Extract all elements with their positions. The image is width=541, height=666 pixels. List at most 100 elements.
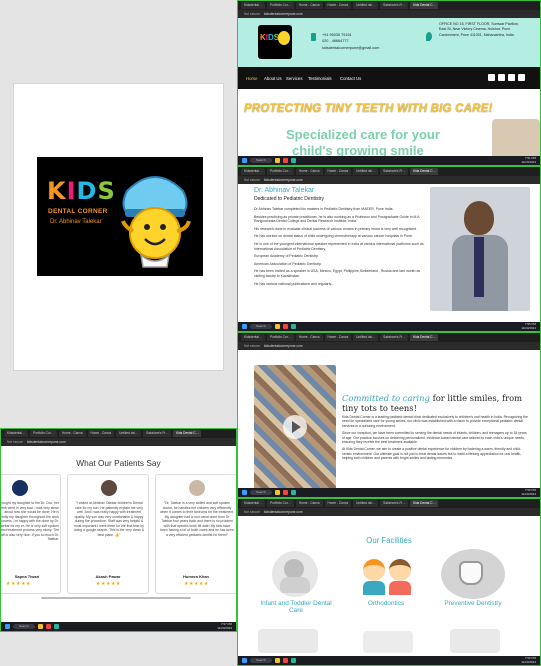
address-bar[interactable]: Not secure kidsdentalcornerpune.com	[238, 10, 540, 18]
browser-tab[interactable]: Home - Canva	[295, 334, 323, 341]
file-explorer-icon[interactable]	[274, 324, 280, 329]
edge-icon[interactable]	[290, 490, 296, 495]
infant-care-illustration	[272, 551, 318, 597]
windows-start-icon[interactable]	[242, 158, 247, 163]
browser-tab[interactable]: Home - Canva	[295, 168, 323, 175]
chrome-icon[interactable]	[282, 324, 288, 329]
email-link[interactable]: kidsdentalcornerpune@gmail.com	[322, 46, 379, 50]
browser-tab-active[interactable]: Kids Dental C…	[410, 500, 439, 507]
tab-bar: Kidsdental… Portfolio Cor… Home - Canva …	[238, 499, 540, 508]
browser-tab[interactable]: Saksham's Fr…	[380, 334, 409, 341]
instagram-icon[interactable]	[508, 74, 515, 81]
play-icon[interactable]	[283, 415, 307, 439]
facilities-title: Our Facilities	[366, 536, 412, 545]
browser-tab[interactable]: Kidsdental…	[241, 168, 266, 175]
rating-stars: ★★★★★	[96, 581, 121, 587]
whatsapp-icon[interactable]	[498, 74, 505, 81]
browser-tab-active[interactable]: Kids Dental C…	[410, 2, 439, 9]
phone-number[interactable]: +91 95035 79151	[322, 33, 352, 37]
phone-social-icon[interactable]	[488, 74, 495, 81]
tab-bar: Kidsdental… Portfolio Cor… Home - Canva …	[1, 429, 236, 438]
taskbar-search[interactable]: Search	[250, 158, 272, 163]
address-bar[interactable]: Not secure kidsdentalcornerpune.com	[238, 342, 540, 350]
browser-tab[interactable]: Home - Canva	[58, 430, 86, 437]
not-secure-label: Not secure	[244, 178, 260, 182]
browser-tab-active[interactable]: Kids Dental C…	[173, 430, 202, 437]
taskbar-search[interactable]: Search	[250, 658, 272, 663]
file-explorer-icon[interactable]	[37, 624, 43, 629]
about-paragraph: American Association of Pediatric Dentis…	[254, 261, 322, 266]
browser-tab[interactable]: Home - Canva	[324, 168, 352, 175]
file-explorer-icon[interactable]	[274, 658, 280, 663]
about-paragraph: He is one of the youngest international …	[254, 241, 424, 251]
browser-tab[interactable]: Saksham's Fr…	[143, 430, 172, 437]
browser-tab[interactable]: Untitled dsi…	[116, 430, 142, 437]
browser-tab[interactable]: Kidsdental…	[241, 500, 266, 507]
file-explorer-icon[interactable]	[274, 158, 280, 163]
kids-collage-video[interactable]	[254, 365, 336, 489]
browser-tab[interactable]: Kidsdental…	[4, 430, 29, 437]
browser-tab[interactable]: Portfolio Cor…	[267, 334, 294, 341]
browser-tab[interactable]: Home - Canva	[295, 2, 323, 9]
browser-tab[interactable]: Home - Canva	[324, 334, 352, 341]
doctor-role: Dedicated to Pediatric Dentistry	[254, 196, 325, 202]
taskbar-search[interactable]: Search	[250, 324, 272, 329]
windows-start-icon[interactable]	[5, 624, 10, 629]
browser-tab-active[interactable]: Kids Dental C…	[410, 168, 439, 175]
facebook-icon[interactable]	[518, 74, 525, 81]
browser-tab-active[interactable]: Kids Dental C…	[410, 334, 439, 341]
windows-start-icon[interactable]	[242, 324, 247, 329]
horizontal-scrollbar[interactable]	[41, 597, 191, 599]
nav-about[interactable]: About Us	[264, 76, 282, 81]
browser-tab[interactable]: Portfolio Cor…	[267, 2, 294, 9]
browser-tab[interactable]: Untitled dsi…	[353, 2, 379, 9]
browser-tab[interactable]: Home - Canva	[324, 500, 352, 507]
nav-services[interactable]: Services	[286, 76, 302, 81]
testimonial-text: "I visited at Abhinav Talekar children's…	[73, 501, 145, 537]
chrome-icon[interactable]	[282, 490, 288, 495]
taskbar-search[interactable]: Search	[13, 624, 35, 629]
chrome-icon[interactable]	[282, 658, 288, 663]
browser-tab[interactable]: Home - Canva	[87, 430, 115, 437]
edge-icon[interactable]	[290, 658, 296, 663]
browser-tab[interactable]: Saksham's Fr…	[380, 500, 409, 507]
taskbar-search[interactable]: Search	[250, 490, 272, 495]
nav-contact[interactable]: Contact Us	[340, 76, 361, 81]
hero-title: PROTECTING TINY TEETH WITH BIG CARE!	[244, 103, 493, 115]
not-secure-label: Not secure	[244, 344, 260, 348]
browser-tab[interactable]: Portfolio Cor…	[267, 500, 294, 507]
windows-start-icon[interactable]	[242, 658, 247, 663]
edge-icon[interactable]	[290, 158, 296, 163]
clock: 7:56 PM 11/23/2024	[521, 488, 536, 496]
edge-icon[interactable]	[53, 624, 59, 629]
browser-tab[interactable]: Portfolio Cor…	[30, 430, 57, 437]
nav-home[interactable]: Home	[246, 76, 257, 81]
about-paragraph: Besides practicing as private practition…	[254, 214, 420, 224]
chrome-icon[interactable]	[282, 158, 288, 163]
file-explorer-icon[interactable]	[274, 490, 280, 495]
facility-label-preventive: Preventive Dentistry	[444, 600, 502, 607]
browser-tab[interactable]: Portfolio Cor…	[267, 168, 294, 175]
site-logo[interactable]: KIDS	[258, 25, 292, 59]
clock: 7:56 PM 11/23/2024	[521, 656, 536, 664]
browser-tab[interactable]: Saksham's Fr…	[380, 168, 409, 175]
hero-subtitle-1: Specialized care for your	[286, 127, 440, 142]
browser-tab[interactable]: Kidsdental…	[241, 334, 266, 341]
browser-tab[interactable]: Untitled dsi…	[353, 168, 379, 175]
browser-tab[interactable]: Saksham's Fr…	[380, 2, 409, 9]
browser-tab[interactable]: Home - Canva	[295, 500, 323, 507]
edge-icon[interactable]	[290, 324, 296, 329]
windows-start-icon[interactable]	[242, 490, 247, 495]
testimonial-name: Akash Pawar	[95, 574, 121, 579]
mission-window: Kidsdental… Portfolio Cor… Home - Canva …	[237, 332, 541, 498]
nav-testimonials[interactable]: Testimonials	[308, 76, 332, 81]
landline-number[interactable]: 020 - 46664777	[322, 39, 349, 43]
address-bar[interactable]: Not secure kidsdentalcornerpune.com	[238, 508, 540, 516]
address-bar[interactable]: Not secure kidsdentalcornerpune.com	[1, 438, 236, 446]
browser-tab[interactable]: Kidsdental…	[241, 2, 266, 9]
browser-tab[interactable]: Untitled dsi…	[353, 334, 379, 341]
chrome-icon[interactable]	[45, 624, 51, 629]
browser-tab[interactable]: Home - Canva	[324, 2, 352, 9]
address-bar[interactable]: Not secure kidsdentalcornerpune.com	[238, 176, 540, 184]
browser-tab[interactable]: Untitled dsi…	[353, 500, 379, 507]
